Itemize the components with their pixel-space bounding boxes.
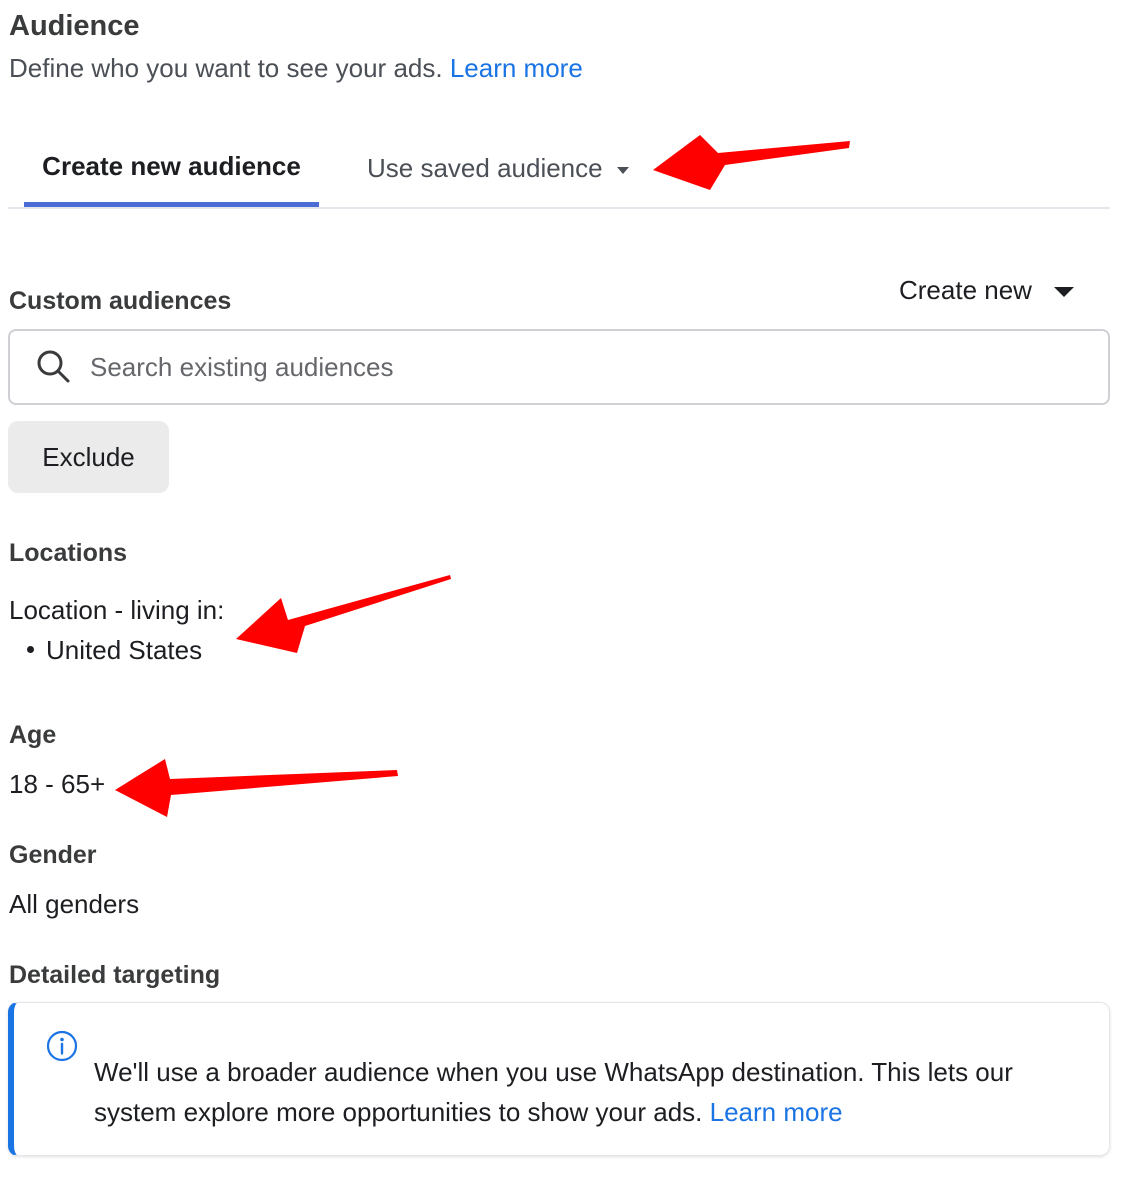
detailed-targeting-label: Detailed targeting [9, 961, 221, 989]
audience-title: Audience [9, 10, 140, 42]
annotation-arrow-location [236, 575, 451, 653]
search-icon [37, 350, 70, 383]
tab-create-label: Create new audience [42, 150, 301, 181]
location-type: Location - living in: [9, 595, 225, 625]
notice-text: We'll use a broader audience when you us… [94, 1052, 1094, 1132]
tab-saved-label: Use saved audience [367, 153, 603, 183]
notice-body: We'll use a broader audience when you us… [94, 1057, 1013, 1127]
description-text: Define who you want to see your ads. [9, 53, 443, 83]
location-value: United States [46, 635, 203, 665]
exclude-button[interactable]: Exclude [8, 421, 169, 493]
annotation-arrow-age [115, 759, 398, 817]
caret-down-icon [616, 166, 629, 174]
create-new-label: Create new [899, 275, 1032, 305]
custom-audience-search [8, 329, 1110, 405]
custom-audiences-label: Custom audiences [9, 287, 232, 315]
info-icon [46, 1030, 78, 1062]
location-item: United States [9, 635, 202, 666]
whatsapp-notice-banner: We'll use a broader audience when you us… [8, 1002, 1110, 1156]
tab-create-new-audience[interactable]: Create new audience [24, 130, 319, 207]
gender-value: All genders [9, 889, 140, 919]
age-label: Age [9, 721, 57, 749]
audience-tabs: Create new audience Use saved audience [8, 130, 1110, 209]
bullet [27, 646, 34, 654]
locations-label: Locations [9, 539, 128, 567]
audience-description: Define who you want to see your ads. Lea… [9, 53, 583, 84]
gender-label: Gender [9, 841, 97, 869]
search-input[interactable] [90, 351, 1050, 383]
tab-use-saved-audience[interactable]: Use saved audience [367, 130, 657, 207]
notice-learn-more-link[interactable]: Learn more [710, 1097, 843, 1127]
create-new-dropdown[interactable]: Create new [899, 275, 1074, 306]
caret-down-icon [1053, 286, 1074, 297]
age-value: 18 - 65+ [9, 769, 106, 799]
learn-more-link[interactable]: Learn more [450, 53, 583, 83]
